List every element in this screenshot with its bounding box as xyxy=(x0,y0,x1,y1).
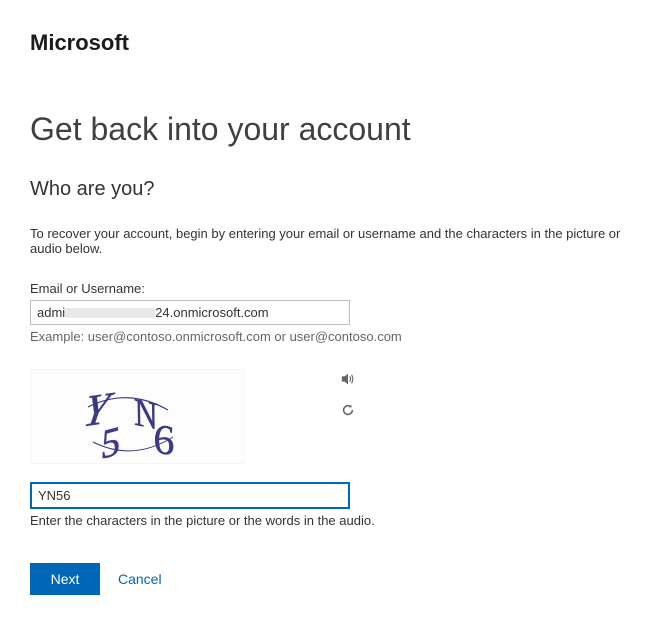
captcha-controls xyxy=(340,369,356,418)
button-row: Next Cancel xyxy=(30,563,641,595)
captcha-row: Y N 5 6 xyxy=(30,369,641,464)
next-button[interactable]: Next xyxy=(30,563,100,595)
captcha-help-text: Enter the characters in the picture or t… xyxy=(30,513,641,528)
subheading: Who are you? xyxy=(30,178,641,201)
svg-text:5: 5 xyxy=(98,417,121,462)
email-value-prefix: admi xyxy=(37,305,65,320)
email-input[interactable]: admi 24.onmicrosoft.com xyxy=(30,300,350,325)
redacted-segment xyxy=(65,308,155,318)
refresh-icon[interactable] xyxy=(340,402,356,418)
svg-text:6: 6 xyxy=(149,415,177,461)
instructions-text: To recover your account, begin by enteri… xyxy=(30,226,641,256)
captcha-glyphs: Y N 5 6 xyxy=(38,372,238,462)
audio-icon[interactable] xyxy=(340,371,356,387)
email-example: Example: user@contoso.onmicrosoft.com or… xyxy=(30,329,641,344)
email-value-suffix: 24.onmicrosoft.com xyxy=(155,305,268,320)
page-title: Get back into your account xyxy=(30,111,641,148)
captcha-image: Y N 5 6 xyxy=(30,369,245,464)
captcha-input[interactable] xyxy=(30,482,350,509)
brand-logo: Microsoft xyxy=(30,30,641,56)
email-label: Email or Username: xyxy=(30,281,641,296)
cancel-link[interactable]: Cancel xyxy=(118,571,162,587)
email-field-group: Email or Username: admi 24.onmicrosoft.co… xyxy=(30,281,641,344)
